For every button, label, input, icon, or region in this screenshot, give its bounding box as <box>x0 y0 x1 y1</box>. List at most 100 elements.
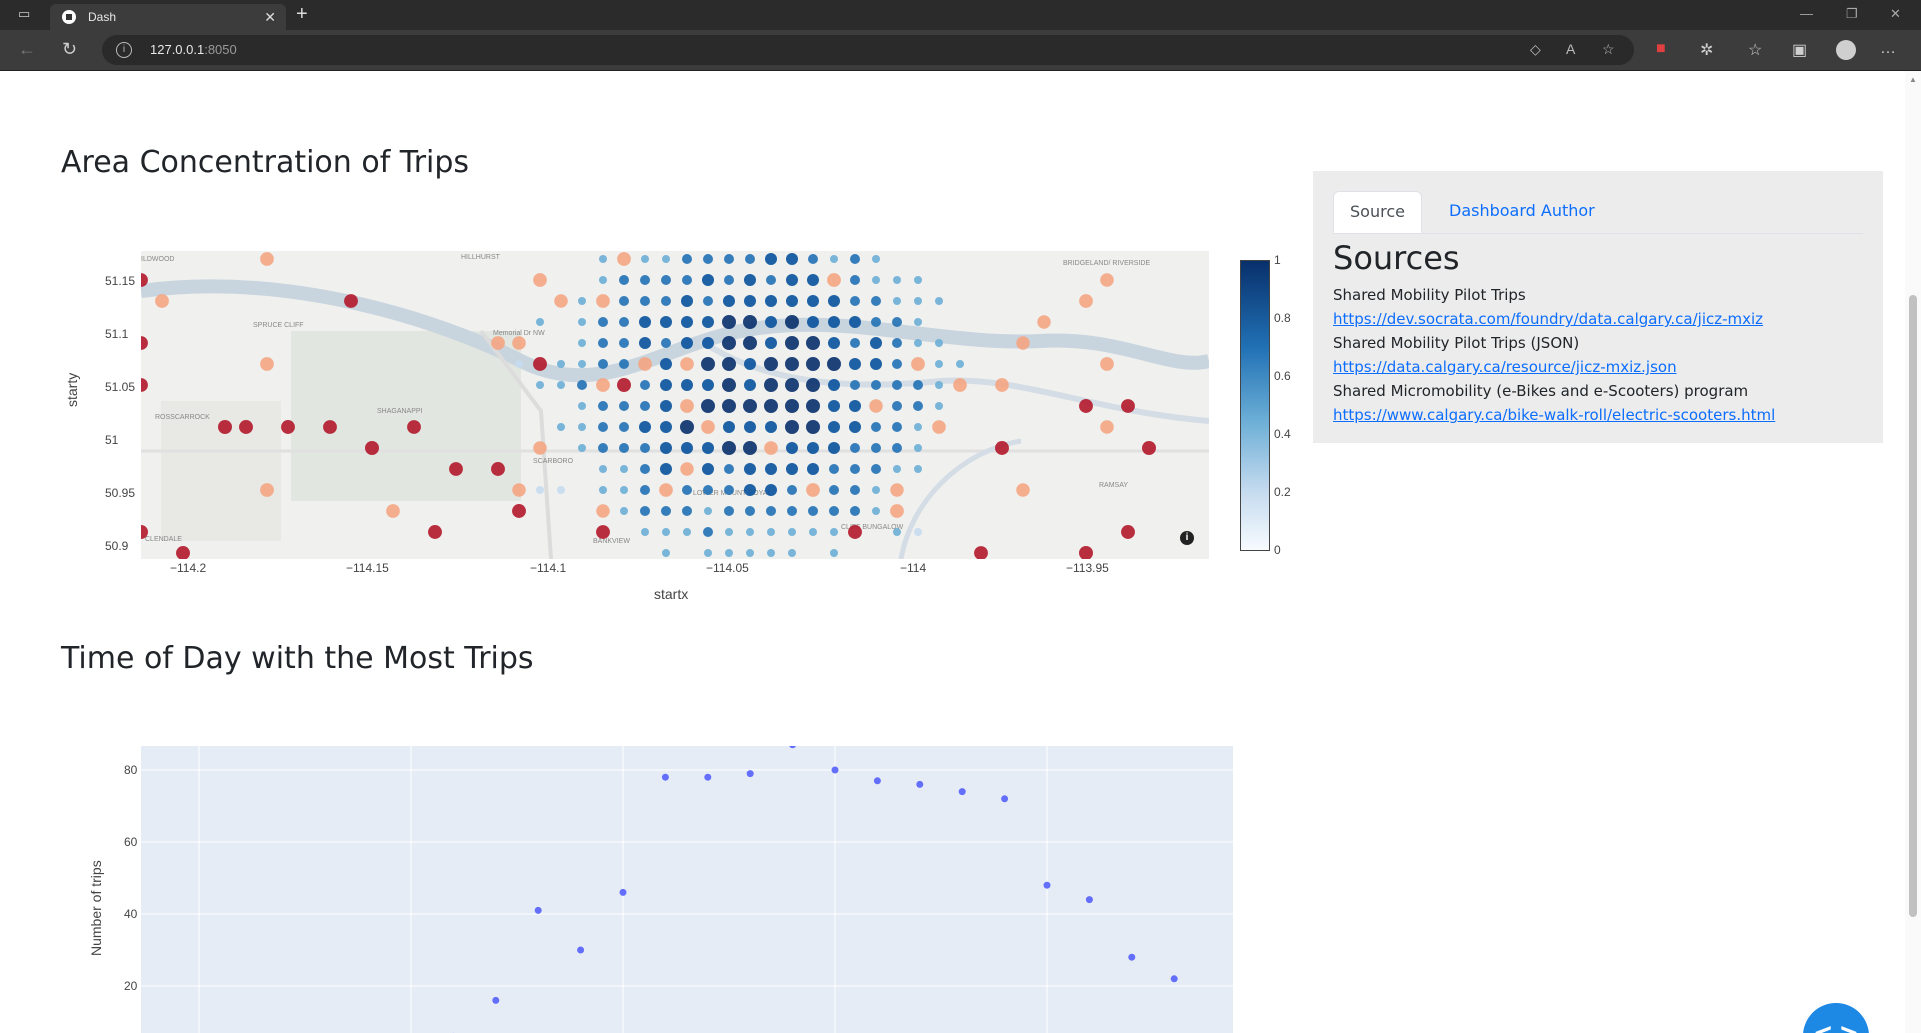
close-window-icon[interactable]: ✕ <box>1890 6 1901 22</box>
density-dot <box>702 379 714 391</box>
density-dot <box>827 273 841 287</box>
density-dot <box>619 401 629 411</box>
density-dot <box>914 465 922 473</box>
more-menu-icon[interactable]: … <box>1880 40 1896 58</box>
minimize-icon[interactable]: — <box>1800 6 1813 21</box>
density-dot <box>829 464 839 474</box>
source-link[interactable]: https://www.calgary.ca/bike-walk-roll/el… <box>1333 406 1775 424</box>
density-dot <box>786 463 798 475</box>
density-dot <box>871 317 881 327</box>
density-dot <box>491 462 505 476</box>
scatter-point[interactable] <box>619 888 627 896</box>
favorite-add-icon[interactable]: ☆ <box>1602 41 1615 58</box>
scatter-y-tick: 80 <box>124 763 138 777</box>
density-dot <box>745 254 755 264</box>
density-dot <box>724 275 734 285</box>
scatter-point[interactable] <box>831 766 839 774</box>
scatter-point[interactable] <box>492 996 500 1004</box>
density-dot <box>744 421 756 433</box>
density-dot <box>785 336 799 350</box>
scatter-point[interactable] <box>1001 795 1009 803</box>
density-dot <box>703 296 713 306</box>
extensions-icon[interactable]: ✲ <box>1700 40 1713 60</box>
scatter-point[interactable] <box>704 773 712 781</box>
density-dot <box>596 294 610 308</box>
scatter-point[interactable] <box>534 906 542 914</box>
density-dot <box>914 444 922 452</box>
read-aloud-icon[interactable]: A <box>1566 41 1575 57</box>
scatter-point[interactable] <box>958 788 966 796</box>
page-scrollbar[interactable]: ▲ <box>1905 71 1921 1033</box>
new-tab-icon[interactable]: + <box>296 3 308 26</box>
scatter-point[interactable] <box>746 770 754 778</box>
close-tab-icon[interactable]: ✕ <box>264 9 276 26</box>
density-dot <box>682 254 692 264</box>
density-dot <box>828 316 840 328</box>
density-dot <box>914 318 922 326</box>
scatter-point[interactable] <box>577 946 585 954</box>
restore-icon[interactable]: ❐ <box>1846 6 1858 22</box>
back-icon[interactable]: ← <box>18 39 36 60</box>
density-dot <box>701 399 715 413</box>
map-x-tick: −113.95 <box>1066 561 1109 575</box>
favorites-icon[interactable]: ☆ <box>1748 40 1762 60</box>
density-dot <box>723 295 735 307</box>
density-dot <box>892 443 902 453</box>
density-dot <box>913 380 923 390</box>
source-text: Shared Mobility Pilot Trips (JSON) <box>1333 334 1580 352</box>
density-dot <box>536 381 544 389</box>
density-map[interactable]: ILDWOOD HILLHURST BRIDGELAND/ RIVERSIDE SPR… <box>141 251 1209 559</box>
source-link[interactable]: https://dev.socrata.com/foundry/data.cal… <box>1333 310 1763 328</box>
density-dot <box>872 255 880 263</box>
tag-icon[interactable]: ◇ <box>1530 41 1541 58</box>
density-dot <box>515 360 523 368</box>
density-dot <box>892 338 902 348</box>
density-dot <box>935 360 943 368</box>
density-dot <box>871 422 881 432</box>
map-place-label: ILDWOOD <box>141 256 174 263</box>
scatter-point[interactable] <box>1128 953 1136 961</box>
density-dot <box>704 549 712 557</box>
density-dot <box>872 507 880 515</box>
info-icon[interactable]: i <box>1180 531 1194 545</box>
scatter-point[interactable] <box>1170 975 1178 983</box>
browser-tab[interactable]: Dash ✕ <box>50 4 286 30</box>
tab-actions-icon[interactable]: ▭ <box>18 6 30 22</box>
map-y-tick: 50.95 <box>105 486 136 500</box>
collections-icon[interactable]: ▣ <box>1792 40 1807 60</box>
scrollbar-thumb[interactable] <box>1909 295 1917 917</box>
tab-dashboard-author[interactable]: Dashboard Author <box>1433 191 1611 231</box>
density-dot <box>239 420 253 434</box>
url-text: 127.0.0.1:8050 <box>150 42 237 57</box>
density-dot <box>682 485 692 495</box>
tab-source[interactable]: Source <box>1333 191 1422 233</box>
profile-avatar[interactable] <box>1836 40 1856 60</box>
scatter-plot-area[interactable] <box>141 741 1233 1033</box>
density-dot <box>765 253 777 265</box>
density-dot <box>744 379 756 391</box>
density-dot <box>892 359 902 369</box>
density-dot <box>744 274 756 286</box>
density-dot <box>890 504 904 518</box>
scatter-point[interactable] <box>916 780 924 788</box>
density-dot <box>536 318 544 326</box>
density-dot <box>807 274 819 286</box>
source-link[interactable]: https://data.calgary.ca/resource/jicz-mx… <box>1333 358 1677 376</box>
density-dot <box>725 549 733 557</box>
density-dot <box>764 357 778 371</box>
scatter-point[interactable] <box>789 741 797 749</box>
scatter-point[interactable] <box>1043 881 1051 889</box>
density-dot <box>662 549 670 557</box>
extension-icon[interactable]: ■ <box>1656 40 1666 58</box>
scatter-point[interactable] <box>1085 896 1093 904</box>
reload-icon[interactable]: ↻ <box>62 39 77 60</box>
scatter-point[interactable] <box>661 773 669 781</box>
scroll-up-icon[interactable]: ▲ <box>1909 75 1917 84</box>
density-dot <box>596 504 610 518</box>
code-icon[interactable]: < > <box>1803 1003 1869 1033</box>
address-bar[interactable]: i 127.0.0.1:8050 ◇ A ☆ <box>102 35 1634 65</box>
map-place-label: BRIDGELAND/ RIVERSIDE <box>1063 260 1150 267</box>
density-dot <box>344 294 358 308</box>
site-info-icon[interactable]: i <box>116 42 132 58</box>
scatter-point[interactable] <box>873 777 881 785</box>
